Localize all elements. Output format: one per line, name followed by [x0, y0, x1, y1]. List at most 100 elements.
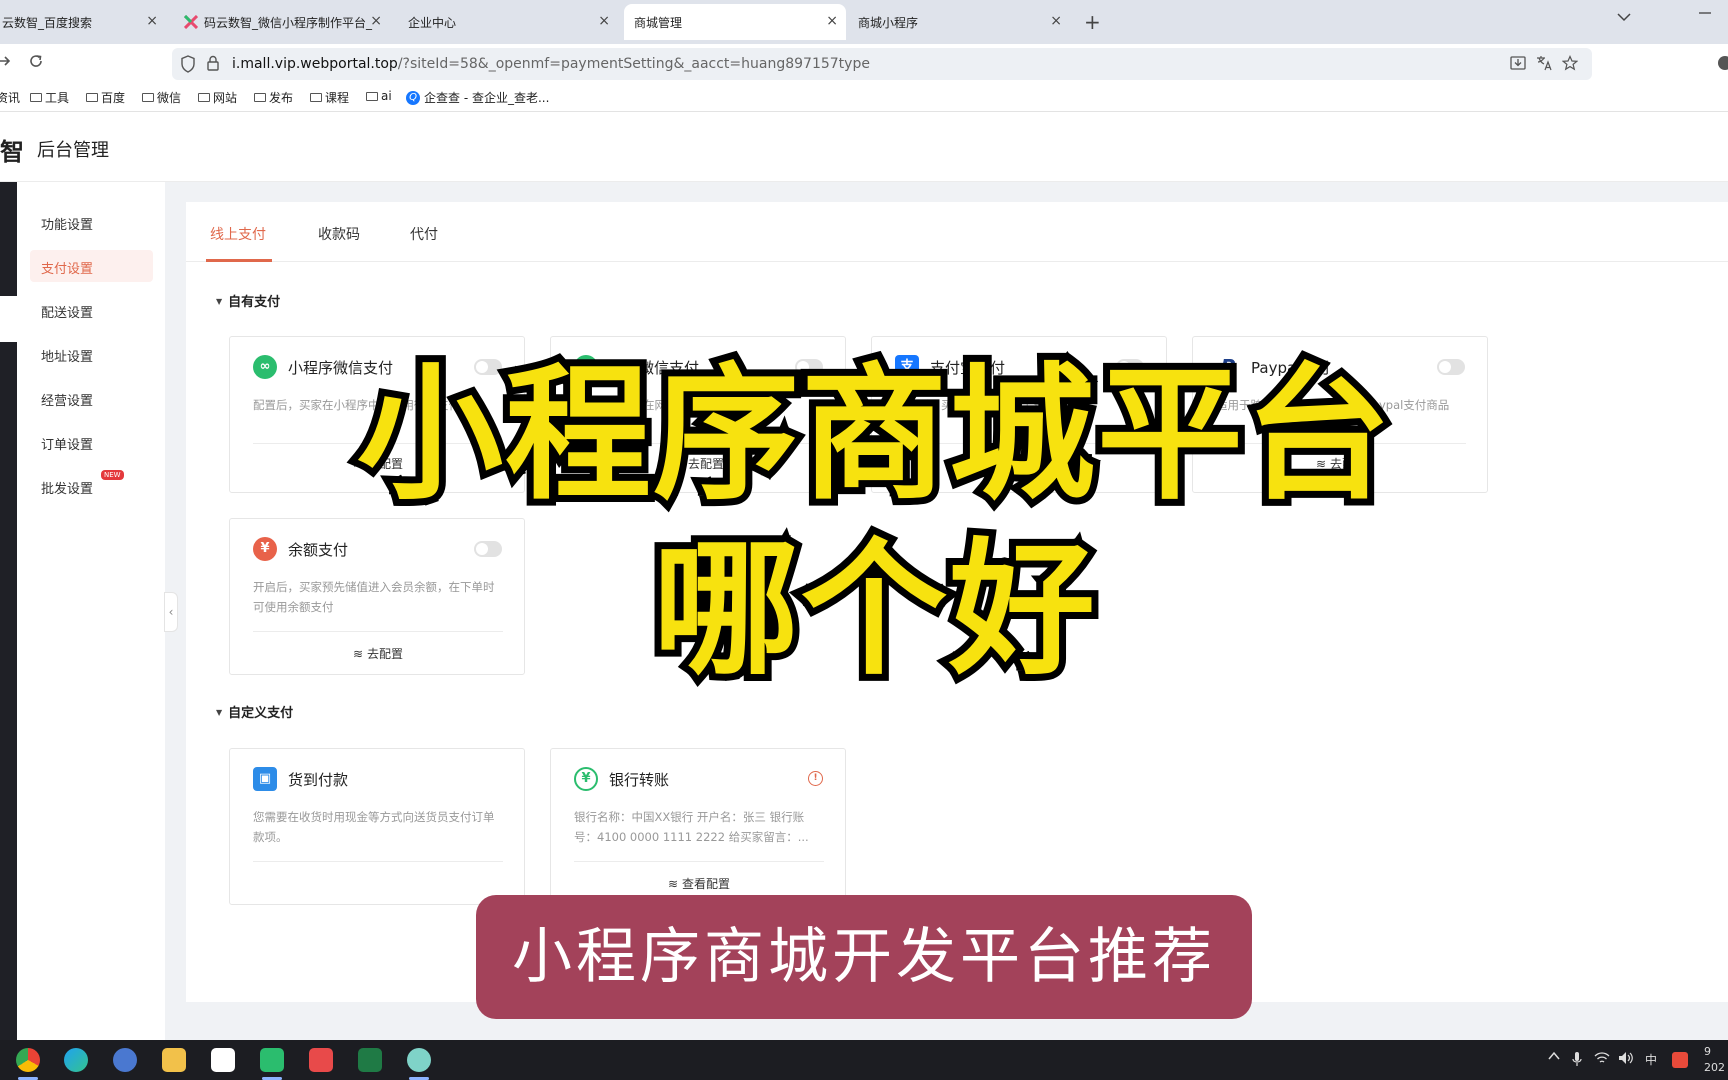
caret-down-icon: ▼ [216, 297, 223, 306]
bookmark-folder[interactable]: 网站 [198, 89, 237, 106]
qq-icon[interactable] [211, 1048, 235, 1072]
folder-icon [254, 93, 266, 102]
browser-tab[interactable]: 企业中心 × [398, 4, 618, 40]
bookmark-folder[interactable]: 工具 [30, 89, 69, 106]
bookmark-item[interactable]: Q 企查查 - 查企业_查老... [406, 89, 549, 106]
sidebar-collapse-button[interactable]: ‹ [164, 592, 178, 632]
sidebar-item-payment[interactable]: 支付设置 [30, 250, 153, 282]
subtitle-caption: 小程序商城开发平台推荐 [476, 895, 1252, 1019]
tab-close-icon[interactable]: × [370, 13, 382, 29]
sidebar-item-business[interactable]: 经营设置 [30, 382, 153, 414]
system-clock[interactable]: 9 202 [1704, 1044, 1725, 1076]
bookmark-folder[interactable]: ai [366, 89, 392, 103]
reload-icon[interactable] [28, 53, 44, 69]
folder-icon [30, 93, 42, 102]
tab-close-icon[interactable]: × [826, 13, 838, 29]
new-tab-icon[interactable]: + [1084, 10, 1101, 34]
window-minimize-icon[interactable] [1698, 6, 1712, 20]
excel-icon[interactable] [358, 1048, 382, 1072]
wechat-icon[interactable] [260, 1048, 284, 1072]
wifi-icon[interactable] [1594, 1051, 1610, 1065]
card-description: 银行名称：中国XX银行 开户名：张三 银行账号：4100 0000 1111 2… [574, 810, 809, 844]
edge-icon[interactable] [64, 1048, 88, 1072]
sidebar-item-address[interactable]: 地址设置 [30, 338, 153, 370]
package-icon: ▣ [253, 767, 277, 791]
browser-tab[interactable]: 商城小程序 × [848, 4, 1070, 40]
app-header: 智 后台管理 [0, 112, 1728, 182]
sidebar-item-label: 地址设置 [41, 350, 94, 365]
sogou-browser-icon[interactable] [113, 1048, 137, 1072]
warning-icon[interactable]: ! [808, 771, 823, 786]
forward-arrow-icon[interactable] [0, 53, 12, 69]
extension-icon[interactable] [1718, 56, 1728, 70]
sidebar-item-wholesale[interactable]: 批发设置 NEW [30, 470, 153, 502]
folder-icon [198, 93, 210, 102]
brand-logo[interactable]: 智 [0, 132, 24, 167]
tab-close-icon[interactable]: × [146, 13, 158, 29]
ime-indicator[interactable]: 中 [1645, 1051, 1657, 1068]
install-app-icon[interactable] [1510, 55, 1526, 71]
section-own-payment[interactable]: ▼ 自有支付 [216, 291, 280, 310]
file-explorer-icon[interactable] [162, 1048, 186, 1072]
browser-tab-active[interactable]: 商城管理 × [624, 4, 846, 40]
tab-title: 企业中心 [408, 15, 457, 30]
star-bookmark-icon[interactable] [1562, 55, 1578, 71]
address-bar[interactable]: i.mall.vip.webportal.top/?siteId=58&_ope… [172, 48, 1592, 80]
payment-card-cash-on-delivery: ▣ 货到付款 您需要在收货时用现金等方式向送货员支付订单款项。 [229, 748, 525, 905]
app-title: 后台管理 [37, 140, 109, 161]
tab-title: 商城小程序 [858, 15, 919, 30]
browser-tab[interactable]: 云数智_百度搜索 × [0, 4, 166, 40]
sidebar-item-function[interactable]: 功能设置 [30, 206, 153, 238]
browser-tab[interactable]: 码云数智_微信小程序制作平台_ × [174, 4, 390, 40]
layers-icon: ≋ [668, 877, 679, 891]
tab-title: 商城管理 [634, 15, 683, 30]
headline-caption: 小程序商城平台 哪个好 [230, 343, 1520, 702]
sidebar-item-label: 批发设置 [41, 482, 94, 497]
shield-icon[interactable] [180, 55, 196, 73]
bookmark-folder[interactable]: 微信 [142, 89, 181, 106]
folder-icon [366, 91, 378, 101]
payment-card-bank-transfer: ¥ 银行转账 ! 银行名称：中国XX银行 开户名：张三 银行账号：4100 00… [550, 748, 846, 905]
tab-receipt-code[interactable]: 收款码 [318, 224, 360, 244]
section-custom-payment[interactable]: ▼ 自定义支付 [216, 702, 293, 721]
folder-icon [142, 93, 154, 102]
settings-sidebar: 功能设置 支付设置 配送设置 地址设置 经营设置 订单设置 批发设置 NEW [17, 182, 165, 1040]
bookmark-folder[interactable]: 课程 [310, 89, 349, 106]
headline-line-2: 哪个好 [646, 518, 1102, 702]
browser-tab-bar: 云数智_百度搜索 × 码云数智_微信小程序制作平台_ × 企业中心 × 商城管理… [0, 0, 1728, 44]
tab-list-chevron-icon[interactable] [1616, 12, 1632, 22]
bookmark-folder[interactable]: 百度 [86, 89, 125, 106]
bookmark-folder[interactable]: 发布 [254, 89, 293, 106]
tab-close-icon[interactable]: × [598, 13, 610, 29]
card-description: 您需要在收货时用现金等方式向送货员支付订单款项。 [253, 810, 495, 844]
flower-app-icon[interactable] [407, 1048, 431, 1072]
sidebar-item-label: 配送设置 [41, 306, 94, 321]
screen-recorder-icon[interactable] [309, 1048, 333, 1072]
tab-title: 码云数智_微信小程序制作平台_ [204, 15, 373, 30]
tab-close-icon[interactable]: × [1050, 13, 1062, 29]
microphone-icon[interactable] [1572, 1051, 1582, 1067]
card-divider [574, 861, 824, 862]
caret-down-icon: ▼ [216, 708, 223, 717]
tab-online-payment[interactable]: 线上支付 [210, 224, 266, 244]
url-path: /?siteId=58&_openmf=paymentSetting&_aacc… [397, 56, 870, 72]
sogou-ime-icon[interactable] [1672, 1052, 1688, 1068]
tab-proxy-pay[interactable]: 代付 [410, 224, 438, 244]
lock-icon[interactable] [206, 55, 220, 71]
volume-icon[interactable] [1618, 1051, 1634, 1065]
bookmark-item[interactable]: 资讯 [0, 89, 20, 106]
tray-chevron-up-icon[interactable] [1548, 1051, 1560, 1061]
new-badge: NEW [101, 470, 124, 480]
url-text[interactable]: i.mall.vip.webportal.top/?siteId=58&_ope… [232, 56, 870, 72]
sidebar-item-order[interactable]: 订单设置 [30, 426, 153, 458]
tab-favicon-icon [184, 15, 198, 29]
sidebar-item-label: 支付设置 [41, 262, 94, 277]
sidebar-item-label: 功能设置 [41, 218, 94, 233]
headline-line-1: 小程序商城平台 [350, 343, 1398, 527]
view-config-button[interactable]: ≋ 查看配置 [551, 875, 847, 892]
card-title: 货到付款 [288, 771, 349, 789]
sidebar-item-delivery[interactable]: 配送设置 [30, 294, 153, 326]
chrome-icon[interactable] [16, 1048, 40, 1072]
translate-icon[interactable] [1536, 55, 1552, 71]
sidebar-item-label: 订单设置 [41, 438, 94, 453]
